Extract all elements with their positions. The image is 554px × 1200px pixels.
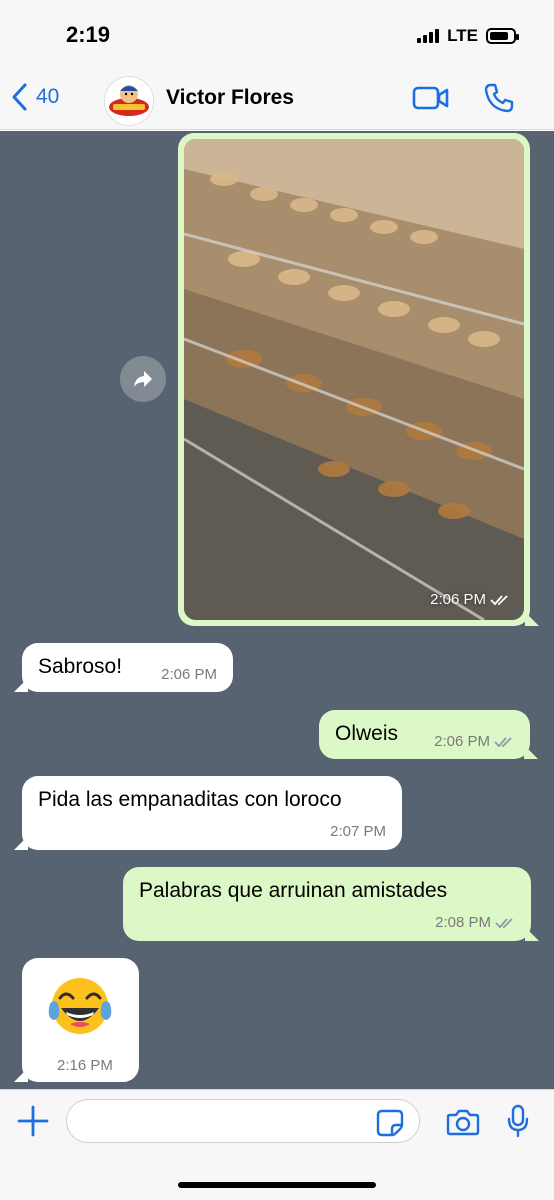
message-time: 2:08 PM: [435, 914, 515, 931]
camera-button[interactable]: [446, 1108, 480, 1141]
message-text: Sabroso!: [38, 655, 123, 678]
forward-button[interactable]: [120, 356, 166, 402]
image-message[interactable]: 2:06 PM: [178, 133, 539, 626]
chat-area[interactable]: 2:06 PM Sabroso! 2:06 PM Olweis 2:06 PM …: [0, 131, 554, 1089]
message-time: 2:06 PM: [161, 666, 217, 683]
message-input[interactable]: [66, 1099, 420, 1143]
battery-icon: [486, 28, 519, 44]
joy-emoji: [48, 978, 112, 1034]
message-time: 2:06 PM: [434, 733, 514, 750]
avatar[interactable]: [104, 76, 154, 126]
message-time: 2:07 PM: [330, 823, 386, 840]
outgoing-message[interactable]: Olweis 2:06 PM: [319, 710, 538, 759]
microphone-button[interactable]: [506, 1104, 530, 1143]
read-ticks-icon: [494, 736, 512, 747]
incoming-message[interactable]: 2:16 PM: [14, 958, 139, 1082]
message-time: 2:16 PM: [57, 1057, 113, 1074]
forward-icon: [134, 371, 152, 387]
microphone-icon: [507, 1104, 529, 1138]
outgoing-message[interactable]: Palabras que arruinan amistades 2:08 PM: [123, 867, 539, 941]
signal-icon: [417, 29, 440, 43]
message-text: Palabras que arruinan amistades: [139, 879, 448, 902]
sticker-icon: [376, 1109, 404, 1137]
home-indicator: [178, 1182, 376, 1188]
message-text: Pida las empanaditas con loroco: [38, 788, 342, 811]
chat-header: 40 Victor Flores: [0, 70, 554, 130]
chevron-left-icon: [12, 83, 27, 111]
read-ticks-icon: [495, 917, 513, 928]
avatar-image: [105, 77, 153, 125]
read-ticks-icon: [490, 594, 508, 605]
input-bar: [0, 1089, 554, 1200]
attach-button[interactable]: [16, 1104, 50, 1138]
phone-icon: [484, 83, 514, 113]
video-camera-icon: [412, 86, 449, 110]
camera-icon: [446, 1109, 480, 1136]
network-type: LTE: [447, 26, 478, 45]
status-indicators: LTE: [417, 26, 519, 46]
message-text: Olweis: [335, 722, 399, 745]
contact-name[interactable]: Victor Flores: [166, 86, 294, 110]
incoming-message[interactable]: Pida las empanaditas con loroco 2:07 PM: [14, 776, 402, 850]
unread-count: 40: [36, 85, 60, 108]
plus-icon: [17, 1105, 49, 1137]
status-bar: 2:19 LTE: [0, 0, 554, 70]
status-time: 2:19: [66, 22, 111, 47]
back-button[interactable]: 40: [10, 82, 59, 112]
sticker-button[interactable]: [376, 1109, 404, 1142]
photo-image: [184, 139, 524, 620]
bakery-photo[interactable]: 2:06 PM: [184, 139, 524, 620]
message-time: 2:06 PM: [430, 591, 510, 608]
video-call-button[interactable]: [412, 85, 450, 116]
voice-call-button[interactable]: [483, 82, 515, 119]
incoming-message[interactable]: Sabroso! 2:06 PM: [14, 643, 233, 692]
